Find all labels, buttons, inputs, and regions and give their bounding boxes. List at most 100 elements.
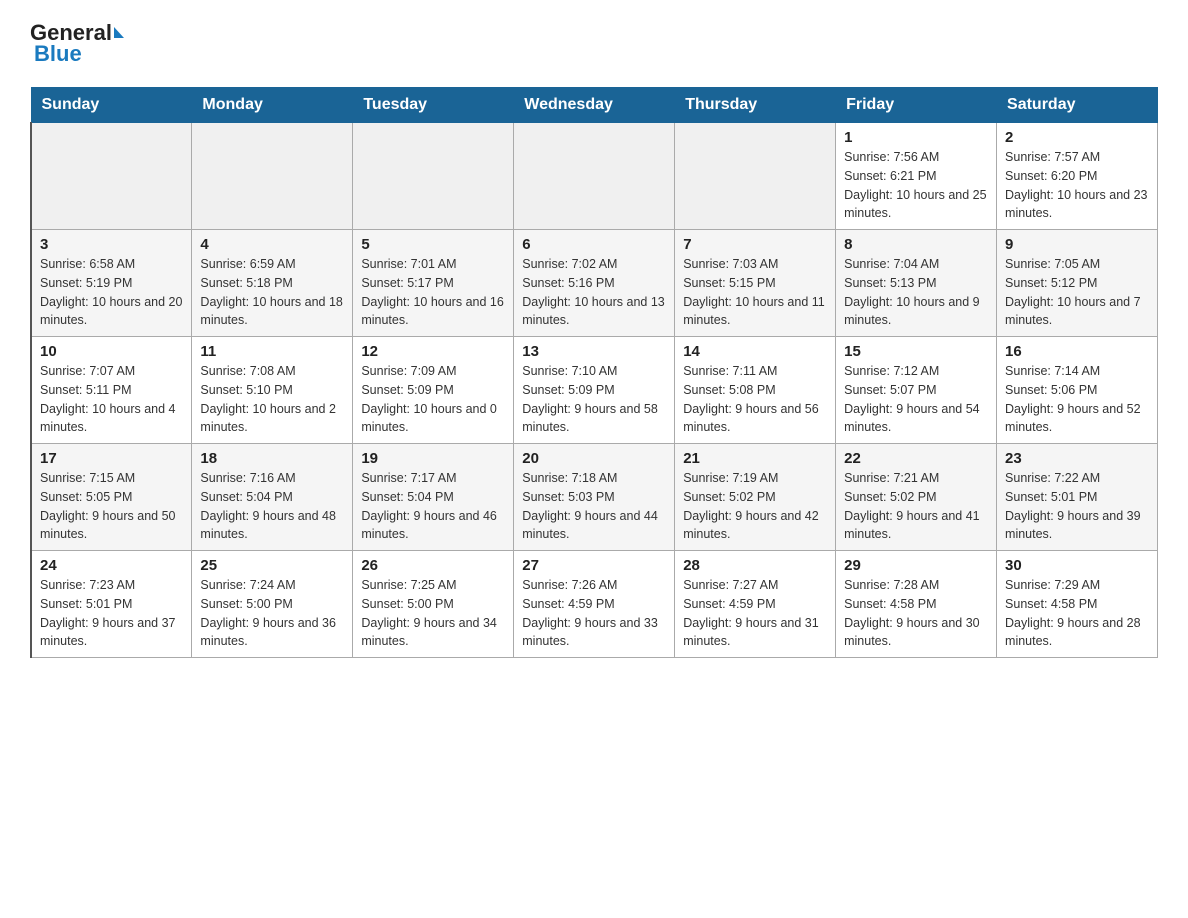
calendar-cell: 7 Sunrise: 7:03 AMSunset: 5:15 PMDaylight… [675,230,836,337]
calendar-cell: 18Sunrise: 7:16 AMSunset: 5:04 PMDayligh… [192,444,353,551]
day-number: 22 [844,450,988,467]
day-number: 19 [361,450,505,467]
day-info: Sunrise: 7:01 AMSunset: 5:17 PMDaylight:… [361,255,505,330]
day-info: Sunrise: 7:57 AMSunset: 6:20 PMDaylight:… [1005,148,1149,223]
calendar-cell: 5 Sunrise: 7:01 AMSunset: 5:17 PMDaylight… [353,230,514,337]
day-info: Sunrise: 7:15 AMSunset: 5:05 PMDaylight:… [40,469,183,544]
weekday-header-tuesday: Tuesday [353,88,514,123]
day-number: 25 [200,557,344,574]
calendar-cell [353,123,514,230]
day-info: Sunrise: 7:09 AMSunset: 5:09 PMDaylight:… [361,362,505,437]
calendar-week-row: 24 Sunrise: 7:23 AMSunset: 5:01 PMDayligh… [31,551,1158,658]
calendar-cell: 20 Sunrise: 7:18 AMSunset: 5:03 PMDayligh… [514,444,675,551]
calendar-cell: 10 Sunrise: 7:07 AMSunset: 5:11 PMDayligh… [31,337,192,444]
day-info: Sunrise: 6:59 AMSunset: 5:18 PMDaylight:… [200,255,344,330]
weekday-header-row: SundayMondayTuesdayWednesdayThursdayFrid… [31,88,1158,123]
day-number: 13 [522,343,666,360]
calendar-cell: 30Sunrise: 7:29 AMSunset: 4:58 PMDayligh… [997,551,1158,658]
day-number: 30 [1005,557,1149,574]
calendar-cell: 23 Sunrise: 7:22 AMSunset: 5:01 PMDayligh… [997,444,1158,551]
calendar-cell: 14 Sunrise: 7:11 AMSunset: 5:08 PMDayligh… [675,337,836,444]
day-number: 6 [522,236,666,253]
day-number: 27 [522,557,666,574]
weekday-header-wednesday: Wednesday [514,88,675,123]
day-info: Sunrise: 7:24 AMSunset: 5:00 PMDaylight:… [200,576,344,651]
calendar-cell: 1 Sunrise: 7:56 AMSunset: 6:21 PMDaylight… [836,123,997,230]
calendar-cell [514,123,675,230]
day-number: 16 [1005,343,1149,360]
calendar-cell: 17Sunrise: 7:15 AMSunset: 5:05 PMDayligh… [31,444,192,551]
calendar-cell [675,123,836,230]
day-info: Sunrise: 7:05 AMSunset: 5:12 PMDaylight:… [1005,255,1149,330]
day-number: 26 [361,557,505,574]
calendar-cell: 2 Sunrise: 7:57 AMSunset: 6:20 PMDaylight… [997,123,1158,230]
day-info: Sunrise: 7:22 AMSunset: 5:01 PMDaylight:… [1005,469,1149,544]
day-info: Sunrise: 7:12 AMSunset: 5:07 PMDaylight:… [844,362,988,437]
day-number: 29 [844,557,988,574]
day-number: 7 [683,236,827,253]
calendar-cell: 9Sunrise: 7:05 AMSunset: 5:12 PMDaylight… [997,230,1158,337]
day-number: 4 [200,236,344,253]
day-info: Sunrise: 7:02 AMSunset: 5:16 PMDaylight:… [522,255,666,330]
day-number: 14 [683,343,827,360]
calendar-cell: 16 Sunrise: 7:14 AMSunset: 5:06 PMDayligh… [997,337,1158,444]
day-number: 21 [683,450,827,467]
day-number: 11 [200,343,344,360]
calendar-cell: 24 Sunrise: 7:23 AMSunset: 5:01 PMDayligh… [31,551,192,658]
day-info: Sunrise: 7:16 AMSunset: 5:04 PMDaylight:… [200,469,344,544]
day-info: Sunrise: 7:28 AMSunset: 4:58 PMDaylight:… [844,576,988,651]
calendar-cell: 6 Sunrise: 7:02 AMSunset: 5:16 PMDaylight… [514,230,675,337]
calendar-cell: 15Sunrise: 7:12 AMSunset: 5:07 PMDayligh… [836,337,997,444]
day-number: 5 [361,236,505,253]
day-number: 8 [844,236,988,253]
calendar-week-row: 10 Sunrise: 7:07 AMSunset: 5:11 PMDayligh… [31,337,1158,444]
day-number: 10 [40,343,183,360]
day-info: Sunrise: 7:26 AMSunset: 4:59 PMDaylight:… [522,576,666,651]
day-number: 20 [522,450,666,467]
day-info: Sunrise: 7:10 AMSunset: 5:09 PMDaylight:… [522,362,666,437]
weekday-header-thursday: Thursday [675,88,836,123]
calendar-cell: 3 Sunrise: 6:58 AMSunset: 5:19 PMDaylight… [31,230,192,337]
calendar-week-row: 17Sunrise: 7:15 AMSunset: 5:05 PMDayligh… [31,444,1158,551]
calendar-cell: 25 Sunrise: 7:24 AMSunset: 5:00 PMDayligh… [192,551,353,658]
calendar-cell: 22 Sunrise: 7:21 AMSunset: 5:02 PMDayligh… [836,444,997,551]
calendar-cell: 27 Sunrise: 7:26 AMSunset: 4:59 PMDayligh… [514,551,675,658]
day-info: Sunrise: 7:14 AMSunset: 5:06 PMDaylight:… [1005,362,1149,437]
logo-blue-text: Blue [34,41,82,67]
calendar-cell [31,123,192,230]
calendar-cell: 11 Sunrise: 7:08 AMSunset: 5:10 PMDayligh… [192,337,353,444]
weekday-header-saturday: Saturday [997,88,1158,123]
day-info: Sunrise: 7:23 AMSunset: 5:01 PMDaylight:… [40,576,183,651]
calendar-table: SundayMondayTuesdayWednesdayThursdayFrid… [30,87,1158,658]
calendar-week-row: 1 Sunrise: 7:56 AMSunset: 6:21 PMDaylight… [31,123,1158,230]
calendar-cell: 13 Sunrise: 7:10 AMSunset: 5:09 PMDayligh… [514,337,675,444]
weekday-header-monday: Monday [192,88,353,123]
day-info: Sunrise: 7:07 AMSunset: 5:11 PMDaylight:… [40,362,183,437]
day-info: Sunrise: 7:21 AMSunset: 5:02 PMDaylight:… [844,469,988,544]
day-number: 3 [40,236,183,253]
day-info: Sunrise: 7:56 AMSunset: 6:21 PMDaylight:… [844,148,988,223]
day-info: Sunrise: 7:11 AMSunset: 5:08 PMDaylight:… [683,362,827,437]
weekday-header-sunday: Sunday [31,88,192,123]
day-info: Sunrise: 7:17 AMSunset: 5:04 PMDaylight:… [361,469,505,544]
day-info: Sunrise: 7:03 AMSunset: 5:15 PMDaylight:… [683,255,827,330]
page-header: General Blue [30,20,1158,67]
day-number: 28 [683,557,827,574]
calendar-cell: 4 Sunrise: 6:59 AMSunset: 5:18 PMDaylight… [192,230,353,337]
day-number: 2 [1005,129,1149,146]
day-info: Sunrise: 7:25 AMSunset: 5:00 PMDaylight:… [361,576,505,651]
logo: General Blue [30,20,124,67]
day-info: Sunrise: 7:04 AMSunset: 5:13 PMDaylight:… [844,255,988,330]
day-number: 23 [1005,450,1149,467]
day-info: Sunrise: 7:18 AMSunset: 5:03 PMDaylight:… [522,469,666,544]
weekday-header-friday: Friday [836,88,997,123]
calendar-week-row: 3 Sunrise: 6:58 AMSunset: 5:19 PMDaylight… [31,230,1158,337]
day-info: Sunrise: 6:58 AMSunset: 5:19 PMDaylight:… [40,255,183,330]
day-number: 24 [40,557,183,574]
day-info: Sunrise: 7:27 AMSunset: 4:59 PMDaylight:… [683,576,827,651]
day-number: 1 [844,129,988,146]
calendar-cell: 29 Sunrise: 7:28 AMSunset: 4:58 PMDayligh… [836,551,997,658]
calendar-cell: 8 Sunrise: 7:04 AMSunset: 5:13 PMDaylight… [836,230,997,337]
day-info: Sunrise: 7:08 AMSunset: 5:10 PMDaylight:… [200,362,344,437]
day-info: Sunrise: 7:19 AMSunset: 5:02 PMDaylight:… [683,469,827,544]
